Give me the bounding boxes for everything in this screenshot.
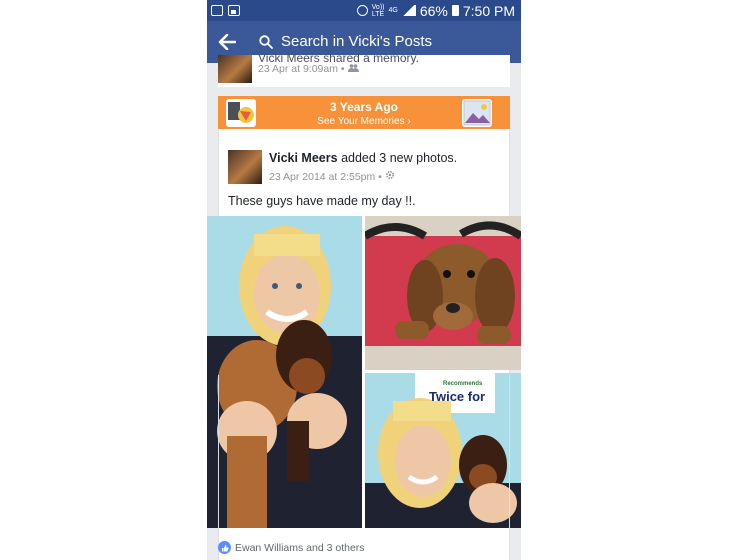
memory-illustration-left — [226, 99, 256, 127]
notification-icons — [207, 5, 240, 16]
lte-label: LTE — [371, 10, 385, 18]
memory-banner[interactable]: 3 Years Ago See Your Memories › — [218, 96, 510, 129]
post-date[interactable]: 23 Apr at 9:09am — [258, 63, 338, 75]
volte-indicator: Vo)) LTE — [372, 4, 385, 18]
likes-row[interactable]: Ewan Williams and 3 others — [218, 541, 365, 554]
separator: • — [378, 171, 382, 183]
memory-illustration-right — [462, 99, 492, 127]
author-name[interactable]: Vicki Meers — [269, 151, 338, 165]
search-text: Search in Vicki's Posts — [281, 33, 432, 50]
battery-percent: 66% — [419, 2, 448, 19]
post-meta: 23 Apr 2014 at 2:55pm • — [269, 170, 395, 183]
post-text: These guys have made my day !!. — [228, 194, 416, 208]
post-date[interactable]: 23 Apr 2014 at 2:55pm — [269, 171, 375, 183]
status-indicators: Vo)) LTE 4G 66% 7:50 PM — [356, 2, 521, 19]
friends-icon — [347, 64, 359, 72]
clock: 7:50 PM — [462, 2, 515, 19]
previous-post: Vicki Meers shared a memory. 23 Apr at 9… — [218, 51, 510, 87]
avatar[interactable] — [218, 55, 252, 83]
signal-icon — [401, 5, 416, 16]
search-icon — [259, 34, 273, 49]
status-bar: Vo)) LTE 4G 66% 7:50 PM — [207, 0, 521, 21]
network-type: 4G — [388, 7, 398, 14]
volte-label: Vo)) — [371, 3, 385, 11]
photo-puppy-red-bag[interactable] — [365, 216, 521, 370]
back-arrow-icon — [218, 34, 236, 50]
like-icon — [218, 541, 231, 554]
gallery-notification-icon — [211, 5, 223, 16]
post-header: Vicki Meers added 3 new photos. — [269, 151, 457, 165]
separator: • — [340, 63, 345, 75]
likes-text: Ewan Williams and 3 others — [235, 541, 365, 554]
previous-post-meta: 23 Apr at 9:09am • — [258, 63, 359, 75]
settings-icon — [385, 170, 394, 180]
avatar[interactable] — [228, 150, 262, 184]
phone-screen: Vo)) LTE 4G 66% 7:50 PM Search in Vicki'… — [207, 0, 521, 560]
post-card-bottom — [218, 375, 510, 560]
alarm-icon — [356, 5, 368, 16]
image-notification-icon — [228, 5, 240, 16]
news-feed: Vicki Meers shared a memory. 23 Apr at 9… — [207, 51, 521, 560]
post-action: added 3 new photos. — [341, 151, 458, 165]
battery-icon — [451, 5, 459, 16]
